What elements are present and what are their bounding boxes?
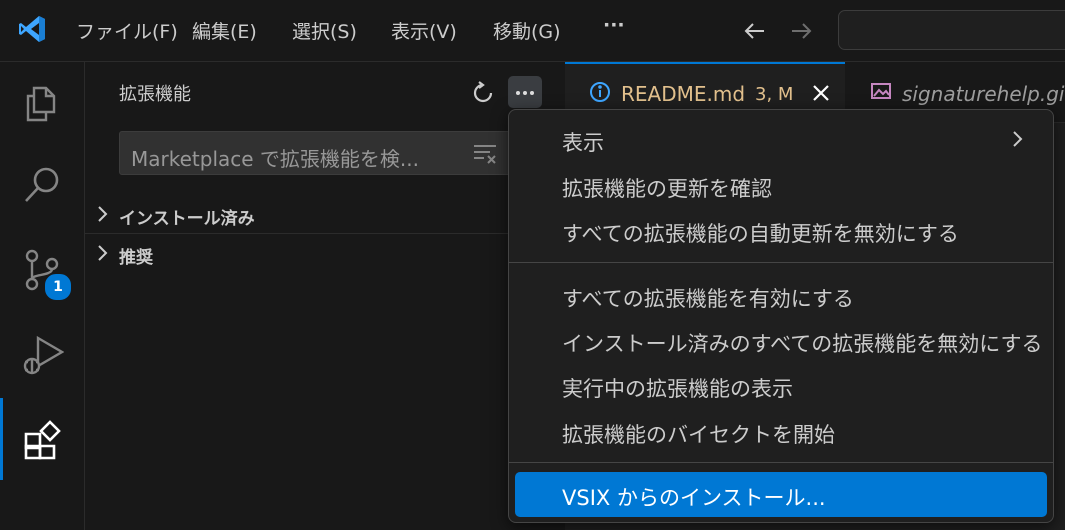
more-actions-button[interactable] [508,76,542,108]
menu-item-install-vsix[interactable]: VSIX からのインストール... [562,482,826,512]
image-icon [870,80,892,102]
extensions-icon[interactable] [20,418,64,462]
arrow-right-icon[interactable] [788,18,814,44]
chevron-right-icon [98,245,108,261]
extension-search-placeholder: Marketplace で拡張機能を検... [131,147,419,171]
info-icon [589,81,611,103]
menu-file[interactable]: ファイル(F) [76,17,178,44]
menu-more[interactable]: ··· [603,14,625,36]
command-center-search[interactable] [838,10,1065,50]
menu-selection[interactable]: 選択(S) [292,17,357,44]
chevron-right-icon [1010,129,1026,149]
menu-item-show-running[interactable]: 実行中の拡張機能の表示 [562,373,793,403]
menu-item-enable-all[interactable]: すべての拡張機能を有効にする [562,283,854,313]
refresh-icon[interactable] [470,80,496,106]
run-debug-icon[interactable] [20,332,64,376]
tab-readme-status: 3, M [755,84,794,105]
menu-item-disable-auto-update[interactable]: すべての拡張機能の自動更新を無効にする [562,218,959,248]
menu-item-disable-all-installed[interactable]: インストール済みのすべての拡張機能を無効にする [562,328,1042,358]
arrow-left-icon[interactable] [742,18,768,44]
source-control-badge: 1 [43,272,73,302]
menu-edit[interactable]: 編集(E) [192,17,257,44]
explorer-icon[interactable] [20,80,64,124]
menu-separator [509,462,1053,463]
section-installed[interactable]: インストール済み [85,195,565,233]
section-installed-label: インストール済み [119,209,255,229]
close-icon[interactable] [811,83,831,103]
menu-go[interactable]: 移動(G) [493,17,561,44]
filter-clear-icon[interactable] [472,142,498,164]
menu-item-view[interactable]: 表示 [562,127,604,157]
section-recommended-label: 推奨 [119,248,153,268]
menu-view[interactable]: 表示(V) [391,17,457,44]
menu-separator [509,262,1053,263]
menu-item-check-updates[interactable]: 拡張機能の更新を確認 [562,173,772,203]
section-recommended[interactable]: 推奨 [85,234,565,272]
tab-readme-label: README.md [621,82,746,106]
chevron-right-icon [98,206,108,222]
search-icon[interactable] [20,162,64,206]
extensions-context-menu [508,109,1054,523]
active-indicator [0,398,3,480]
sidebar-title: 拡張機能 [119,84,191,105]
title-bar: ファイル(F) 編集(E) 選択(S) 表示(V) 移動(G) ··· [0,0,1065,62]
menu-item-start-bisect[interactable]: 拡張機能のバイセクトを開始 [562,419,835,449]
tab-signaturehelp-label: signaturehelp.gif [902,82,1065,106]
vscode-logo-icon [17,14,47,44]
